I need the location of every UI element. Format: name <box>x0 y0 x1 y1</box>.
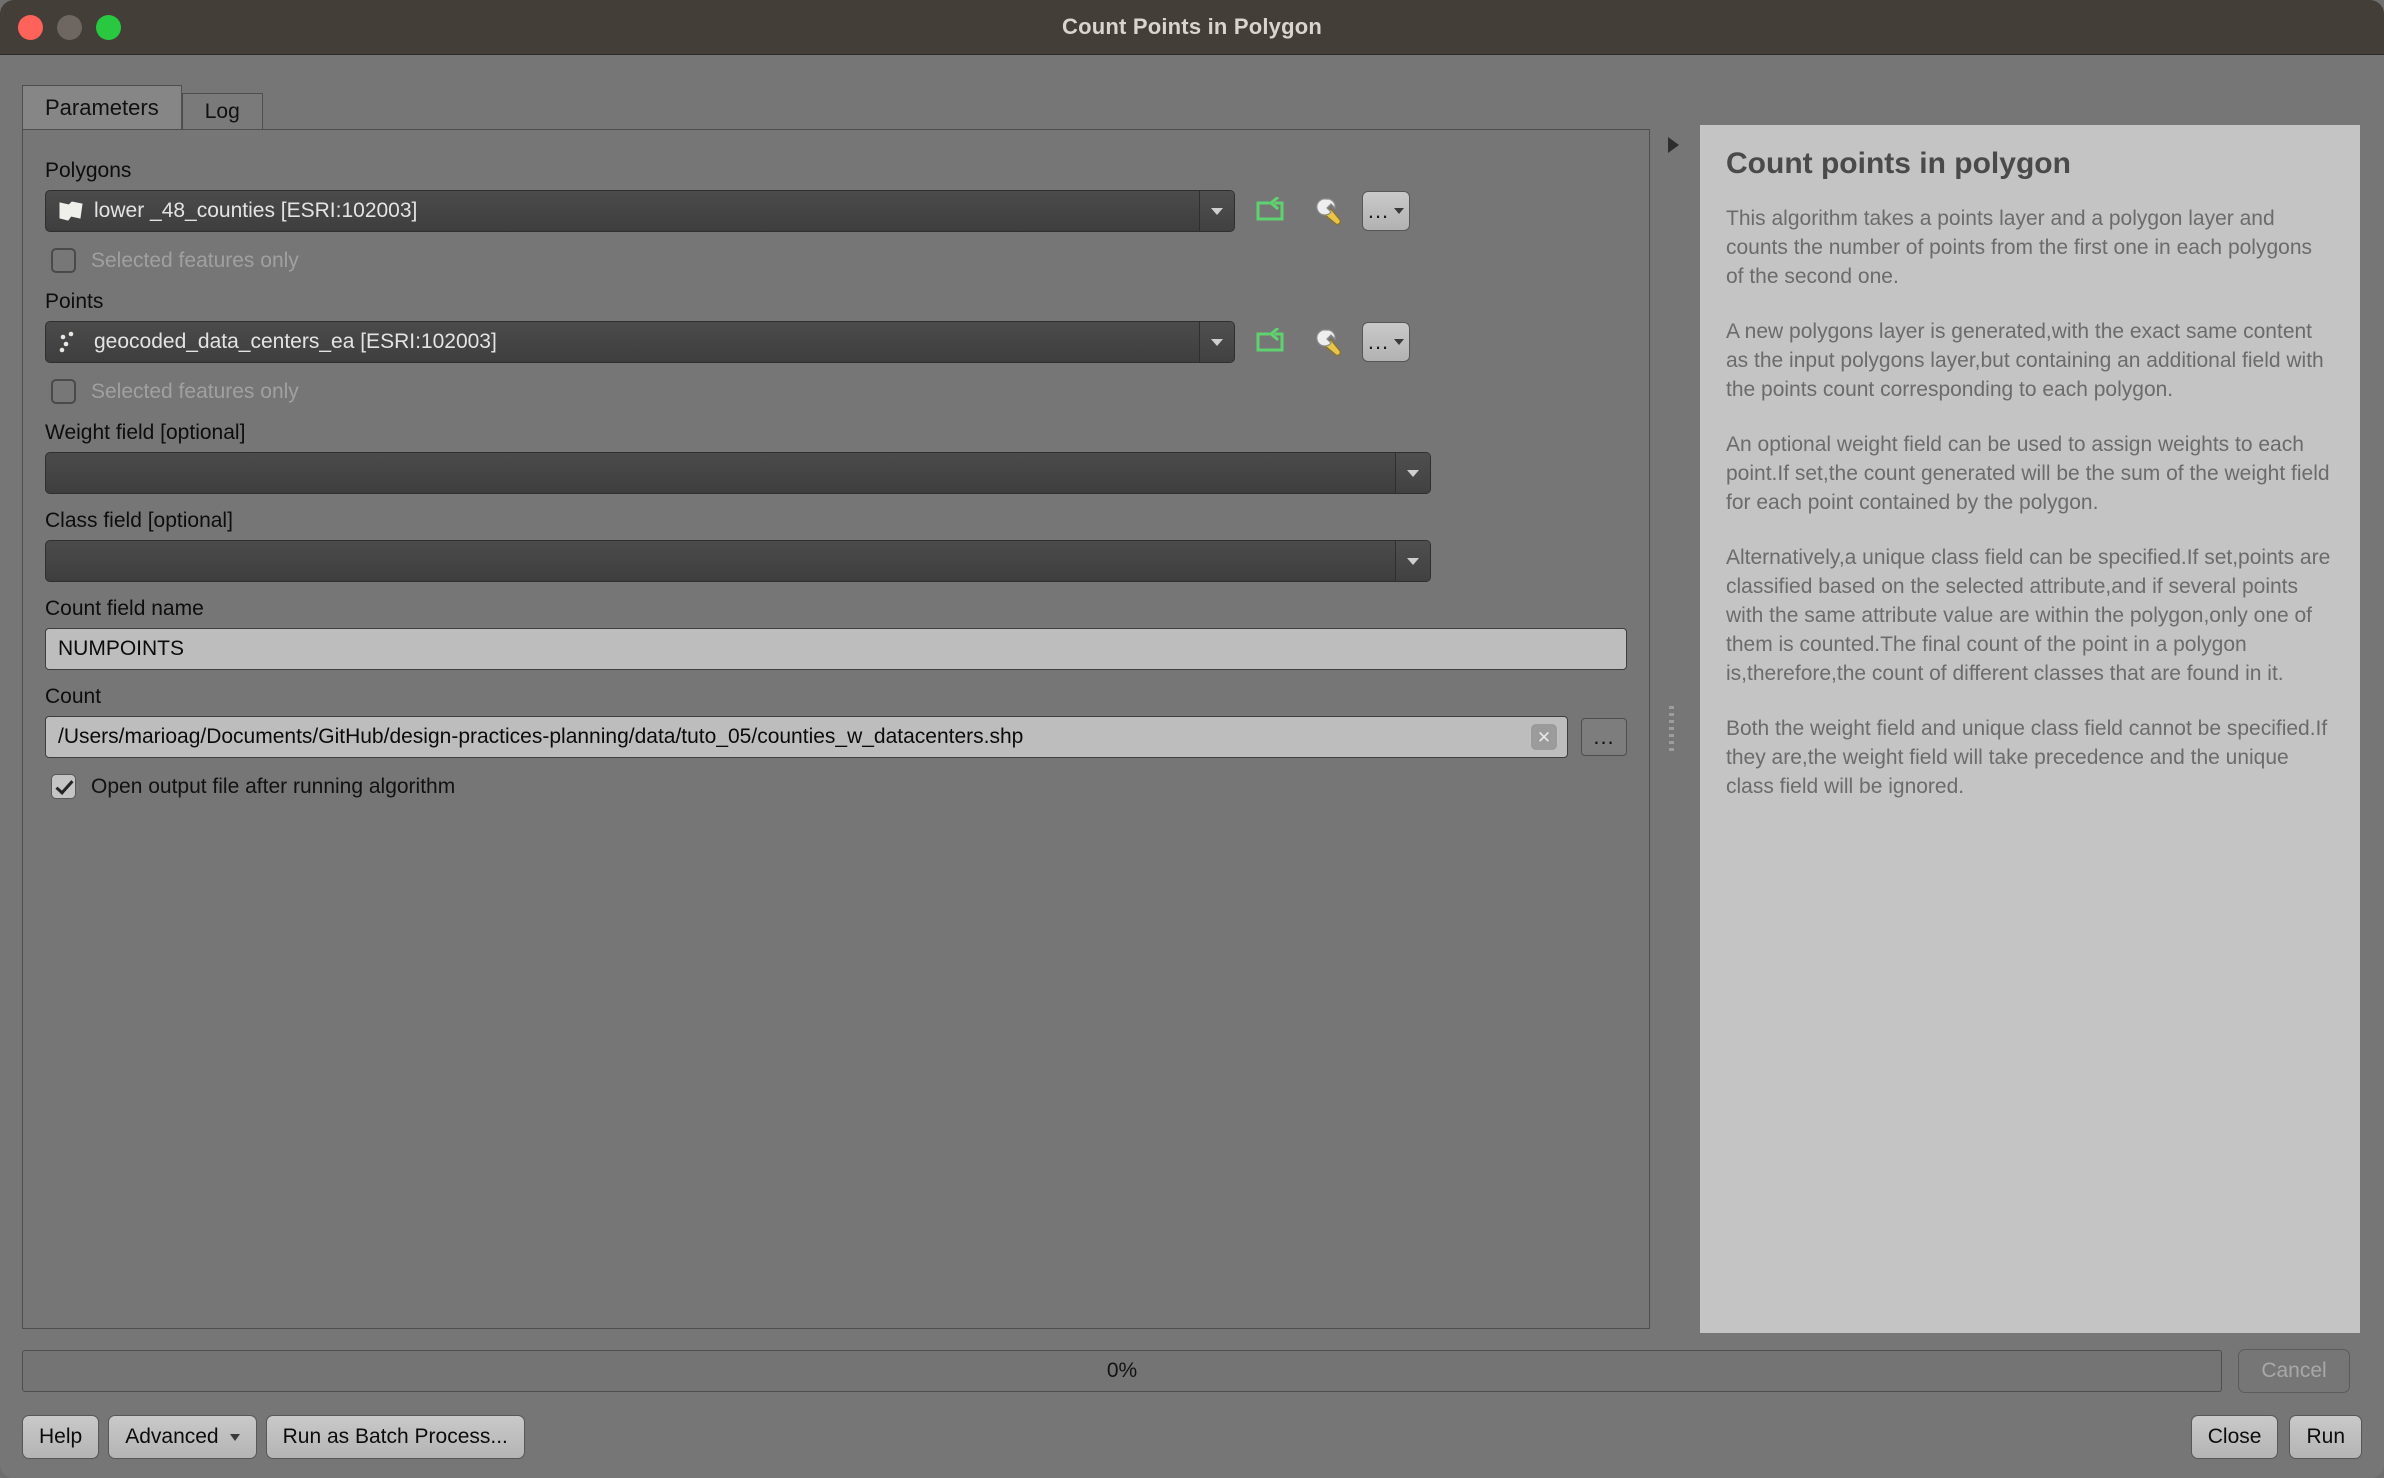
clear-icon[interactable]: ✕ <box>1531 724 1557 750</box>
cancel-button-label: Cancel <box>2261 1359 2326 1383</box>
weight-field-combobox[interactable] <box>45 452 1431 494</box>
points-iterate-button[interactable] <box>1248 321 1292 363</box>
run-button[interactable]: Run <box>2289 1415 2362 1459</box>
points-more-options-button[interactable]: ... <box>1362 322 1410 362</box>
polygons-more-options-button[interactable]: ... <box>1362 191 1410 231</box>
count-output-row: /Users/marioag/Documents/GitHub/design-p… <box>45 716 1627 758</box>
cancel-button: Cancel <box>2238 1349 2350 1393</box>
class-field-combobox[interactable] <box>45 540 1431 582</box>
polygons-value: lower _48_counties [ESRI:102003] <box>94 199 417 223</box>
polygons-row: lower _48_counties [ESRI:102003] <box>45 190 1627 232</box>
chevron-down-icon[interactable] <box>1395 541 1430 581</box>
advanced-button[interactable]: Advanced <box>108 1415 256 1459</box>
count-field-name-input[interactable]: NUMPOINTS <box>45 628 1627 670</box>
chevron-down-icon[interactable] <box>1395 453 1430 493</box>
splitter-grip-icon <box>1669 706 1674 752</box>
progress-row: 0% Cancel <box>22 1349 2362 1393</box>
class-field-row <box>45 540 1627 582</box>
close-button-label: Close <box>2208 1425 2262 1449</box>
chevron-down-icon[interactable] <box>1199 322 1234 362</box>
polygons-selected-features-checkbox <box>51 248 76 273</box>
polygons-advanced-button[interactable] <box>1305 190 1349 232</box>
progress-percent-label: 0% <box>23 1359 2221 1383</box>
maximize-window-button[interactable] <box>96 15 121 40</box>
count-field-name-value: NUMPOINTS <box>58 637 184 661</box>
run-as-batch-button[interactable]: Run as Batch Process... <box>266 1415 525 1459</box>
tab-log-label: Log <box>205 100 240 124</box>
wrench-icon <box>1309 195 1345 227</box>
chevron-down-icon <box>1394 339 1404 345</box>
chevron-down-icon <box>230 1434 240 1441</box>
polygons-label: Polygons <box>45 160 1627 181</box>
polygons-selected-features-row[interactable]: Selected features only <box>51 248 1627 273</box>
run-as-batch-label: Run as Batch Process... <box>283 1425 508 1449</box>
window-controls <box>18 0 121 54</box>
chevron-down-icon <box>1394 208 1404 214</box>
count-field-name-row: NUMPOINTS <box>45 628 1627 670</box>
polygons-more-dots: ... <box>1368 206 1389 216</box>
points-value: geocoded_data_centers_ea [ESRI:102003] <box>94 330 497 354</box>
count-output-input[interactable]: /Users/marioag/Documents/GitHub/design-p… <box>45 716 1568 758</box>
weight-field-label: Weight field [optional] <box>45 422 1627 443</box>
dialog-window: Count Points in Polygon Parameters Log P… <box>0 0 2384 1478</box>
count-output-browse-dots: ... <box>1593 732 1614 742</box>
open-output-label: Open output file after running algorithm <box>91 775 455 799</box>
points-row: geocoded_data_centers_ea [ESRI:102003] <box>45 321 1627 363</box>
points-selected-features-label: Selected features only <box>91 380 299 404</box>
count-output-value: /Users/marioag/Documents/GitHub/design-p… <box>58 725 1023 749</box>
help-paragraph: A new polygons layer is generated,with t… <box>1726 318 2334 405</box>
tab-parameters[interactable]: Parameters <box>22 85 182 131</box>
polygons-selected-features-label: Selected features only <box>91 249 299 273</box>
dialog-content: Parameters Log Polygons lower _48_counti… <box>0 55 2384 1478</box>
minimize-window-button[interactable] <box>57 15 82 40</box>
help-paragraph: An optional weight field can be used to … <box>1726 431 2334 518</box>
panel-splitter[interactable] <box>1660 129 1682 1329</box>
help-paragraph: This algorithm takes a points layer and … <box>1726 205 2334 292</box>
polygon-layer-icon <box>58 200 84 222</box>
window-title: Count Points in Polygon <box>0 14 2384 40</box>
polygons-combobox[interactable]: lower _48_counties [ESRI:102003] <box>45 190 1235 232</box>
points-label: Points <box>45 291 1627 312</box>
parameters-panel: Polygons lower _48_counties [ESRI:102003… <box>22 129 1650 1329</box>
help-panel: Count points in polygon This algorithm t… <box>1700 125 2360 1333</box>
open-output-checkbox[interactable] <box>51 774 76 799</box>
weight-field-row <box>45 452 1627 494</box>
class-field-label: Class field [optional] <box>45 510 1627 531</box>
tab-log[interactable]: Log <box>182 93 263 131</box>
footer-right-buttons: Close Run <box>2191 1415 2362 1459</box>
run-button-label: Run <box>2306 1425 2345 1449</box>
points-combobox[interactable]: geocoded_data_centers_ea [ESRI:102003] <box>45 321 1235 363</box>
points-selected-features-checkbox <box>51 379 76 404</box>
title-bar: Count Points in Polygon <box>0 0 2384 55</box>
iterate-loop-icon <box>1253 197 1287 225</box>
open-output-row[interactable]: Open output file after running algorithm <box>51 774 1627 799</box>
count-field-name-label: Count field name <box>45 598 1627 619</box>
close-window-button[interactable] <box>18 15 43 40</box>
help-button[interactable]: Help <box>22 1415 99 1459</box>
footer-left-buttons: Help Advanced Run as Batch Process... <box>22 1415 525 1459</box>
help-button-label: Help <box>39 1425 82 1449</box>
chevron-down-icon[interactable] <box>1199 191 1234 231</box>
advanced-button-label: Advanced <box>125 1425 218 1449</box>
progress-bar: 0% <box>22 1350 2222 1392</box>
count-output-label: Count <box>45 686 1627 707</box>
tab-parameters-label: Parameters <box>45 95 159 121</box>
help-title: Count points in polygon <box>1726 147 2334 181</box>
wrench-icon <box>1309 326 1345 358</box>
polygons-iterate-button[interactable] <box>1248 190 1292 232</box>
points-selected-features-row[interactable]: Selected features only <box>51 379 1627 404</box>
count-output-browse-button[interactable]: ... <box>1581 718 1627 756</box>
help-paragraph: Alternatively,a unique class field can b… <box>1726 544 2334 689</box>
tab-bar: Parameters Log <box>22 85 1650 131</box>
points-more-dots: ... <box>1368 337 1389 347</box>
iterate-loop-icon <box>1253 328 1287 356</box>
point-layer-icon <box>58 331 84 353</box>
points-advanced-button[interactable] <box>1305 321 1349 363</box>
close-button[interactable]: Close <box>2191 1415 2279 1459</box>
help-paragraph: Both the weight field and unique class f… <box>1726 715 2334 802</box>
